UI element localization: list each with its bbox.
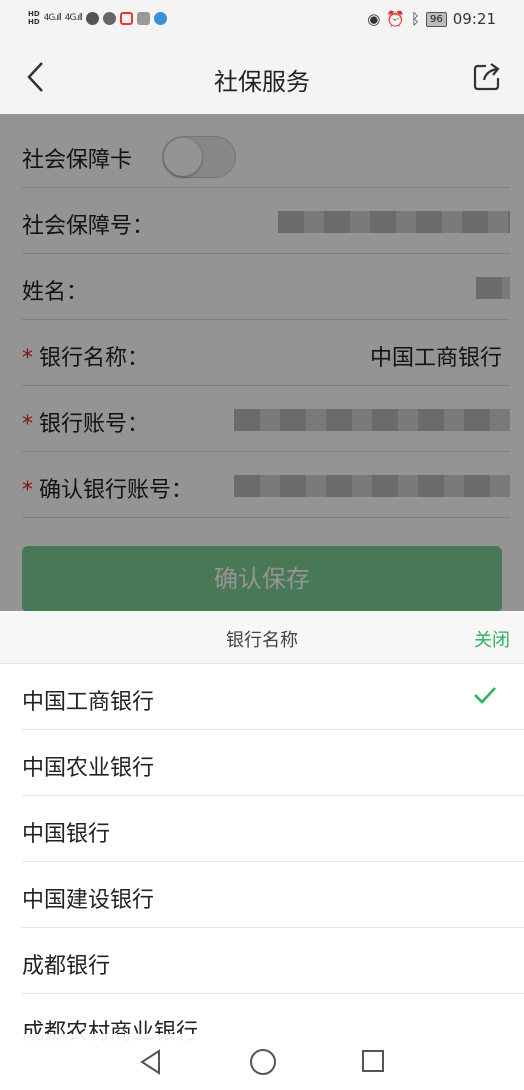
bank-option-label: 中国农业银行 [22,756,155,781]
system-back-icon[interactable] [138,1048,162,1076]
hd-icon: HD HD [28,10,40,26]
status-left: HD HD 4G.ıll 4G.ıll [28,10,167,26]
clock: 09:21 [452,10,496,28]
browser-icon [153,11,167,25]
signal-icon-2: 4G.ıll [64,13,83,23]
bank-picker-sheet: 银行名称 关闭 中国工商银行 中国农业银行 中国银行 中国建设银行 成都银行 成… [0,611,524,1090]
bank-option[interactable]: 中国银行 [0,796,524,862]
bank-option[interactable]: 中国建设银行 [0,862,524,928]
checkmark-icon [474,687,496,704]
system-home-icon[interactable] [250,1049,276,1075]
bank-option-label: 中国银行 [22,822,111,847]
sheet-title: 银行名称 [226,630,298,651]
bank-option[interactable]: 成都银行 [0,928,524,994]
network-type-1: 4G [43,13,56,23]
sheet-header: 银行名称 关闭 [0,611,524,664]
modal-overlay[interactable] [0,114,524,611]
bank-option[interactable]: 中国农业银行 [0,730,524,796]
alarm-icon: ⏰ [386,10,406,28]
translate-icon [136,11,150,25]
status-bar: HD HD 4G.ıll 4G.ıll ◉ ⏰ ᛒ 96 09:21 [0,0,524,40]
bank-option[interactable]: 中国工商银行 [0,664,524,730]
system-nav-bar [0,1034,524,1090]
app-icon [119,11,133,25]
share-icon[interactable] [470,60,504,94]
bluetooth-icon: ᛒ [411,10,421,28]
close-button[interactable]: 关闭 [474,626,510,652]
network-type-2: 4G [64,13,77,23]
page-title: 社保服务 [214,68,310,96]
message-icon [85,11,99,25]
signal-icon-1: 4G.ıll [43,13,62,23]
battery-icon: 96 [426,11,447,27]
bank-option-label: 中国建设银行 [22,888,155,913]
eye-icon: ◉ [367,10,381,28]
status-right: ◉ ⏰ ᛒ 96 09:21 [367,10,496,28]
nav-bar: 社保服务 [0,40,524,114]
bank-option-label: 中国工商银行 [22,690,155,715]
system-recents-icon[interactable] [362,1050,384,1072]
wechat-icon [102,11,116,25]
bank-option-label: 成都银行 [22,954,111,979]
